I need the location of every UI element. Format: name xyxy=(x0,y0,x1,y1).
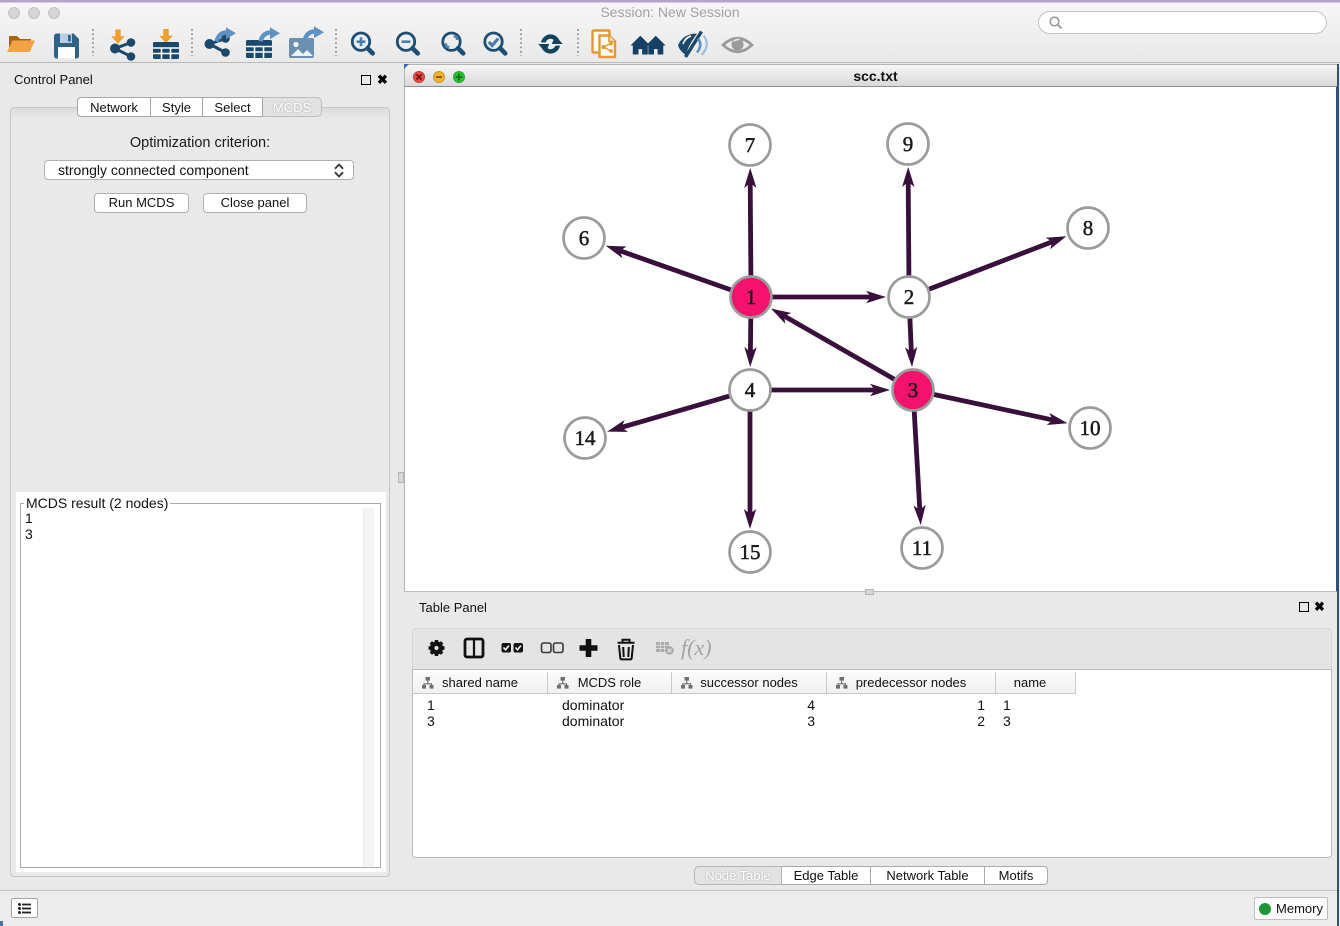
svg-text:1: 1 xyxy=(746,285,757,309)
svg-text:6: 6 xyxy=(579,226,590,250)
svg-text:f(x): f(x) xyxy=(681,635,712,660)
svg-text:11: 11 xyxy=(912,536,932,560)
svg-text:9: 9 xyxy=(903,132,914,156)
svg-text:14: 14 xyxy=(575,426,597,450)
svg-text:7: 7 xyxy=(745,133,756,157)
svg-text:10: 10 xyxy=(1080,416,1101,440)
svg-text:3: 3 xyxy=(908,378,919,402)
svg-text:2: 2 xyxy=(904,285,915,309)
svg-text:15: 15 xyxy=(740,540,761,564)
svg-text:4: 4 xyxy=(745,378,756,402)
svg-text:8: 8 xyxy=(1083,216,1094,240)
